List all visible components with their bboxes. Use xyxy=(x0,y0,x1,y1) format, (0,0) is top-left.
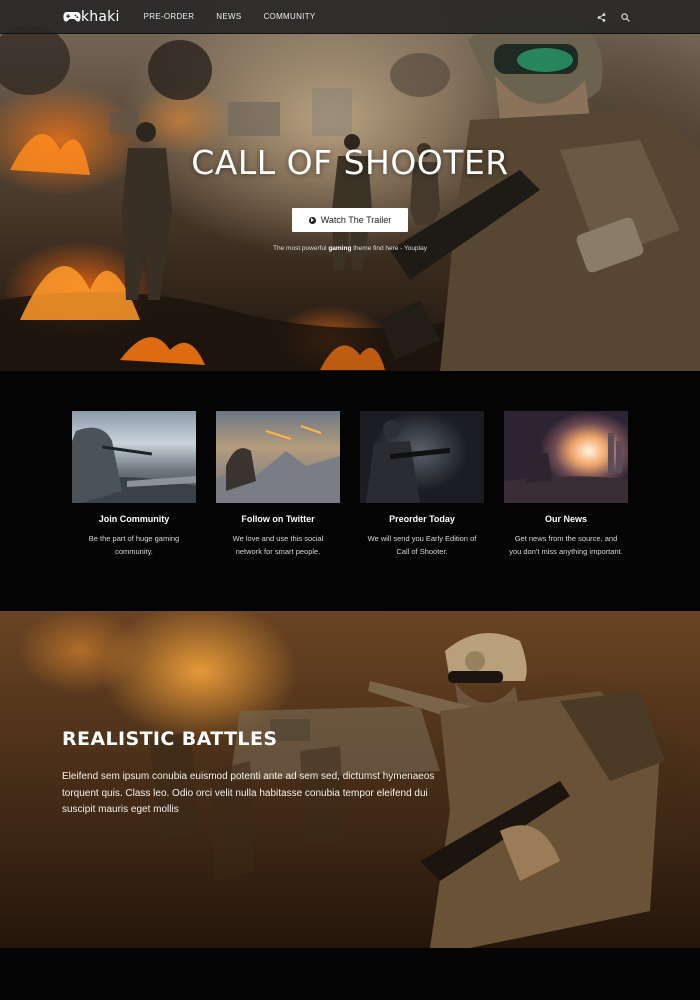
logo-text: khaki xyxy=(81,8,120,25)
feature-title: Follow on Twitter xyxy=(241,514,315,524)
hero-tagline: The most powerful gaming theme find here… xyxy=(0,245,700,252)
features-section: Join Community Be the part of huge gamin… xyxy=(0,371,700,611)
feature-title: Join Community xyxy=(98,514,170,524)
feature-card-community[interactable]: Join Community Be the part of huge gamin… xyxy=(72,411,196,558)
hero-background-art xyxy=(0,15,700,371)
search-icon[interactable] xyxy=(621,12,630,22)
feature-description: We will send you Early Edition of Call o… xyxy=(367,534,477,556)
tagline-text-bold: gaming xyxy=(328,245,352,252)
watch-trailer-button[interactable]: Watch The Trailer xyxy=(292,208,408,232)
nav-actions xyxy=(582,0,630,34)
battle-description: Eleifend sem ipsum conubia euismod poten… xyxy=(62,771,435,815)
hero-title: CALL OF SHOOTER xyxy=(191,143,509,182)
sunset-soldier-image xyxy=(504,433,628,503)
feature-card-twitter[interactable]: Follow on Twitter We love and use this s… xyxy=(216,411,340,558)
armored-soldier-image xyxy=(366,420,451,503)
feature-image-community xyxy=(72,411,196,503)
nav-item-community[interactable]: COMMUNITY xyxy=(263,12,315,21)
hero-banner: CALL OF SHOOTER Watch The Trailer The mo… xyxy=(0,0,700,371)
sniper-soldier-image xyxy=(72,427,196,503)
realistic-battles-section: REALISTIC BATTLES Eleifend sem ipsum con… xyxy=(0,611,700,948)
feature-description: Be the part of huge gaming community. xyxy=(88,534,180,556)
feature-description: We love and use this social network for … xyxy=(232,534,324,556)
gamepad-icon xyxy=(63,11,81,22)
brand-logo[interactable]: khaki xyxy=(63,0,120,34)
nav-item-pre-order[interactable]: PRE-ORDER xyxy=(144,12,195,21)
feature-image-twitter xyxy=(216,411,340,503)
play-icon xyxy=(308,216,316,224)
feature-image-preorder xyxy=(360,411,484,503)
top-navbar: khaki PRE-ORDER NEWS COMMUNITY xyxy=(0,0,700,34)
tagline-text-pre: The most powerful xyxy=(273,245,329,252)
feature-card-news[interactable]: Our News Get news from the source, and y… xyxy=(504,411,628,558)
battlefield-image xyxy=(216,425,340,503)
footer-strip xyxy=(0,948,700,1000)
feature-image-news xyxy=(504,411,628,503)
main-menu: PRE-ORDER NEWS COMMUNITY xyxy=(144,12,338,21)
battle-title: REALISTIC BATTLES xyxy=(62,728,278,750)
feature-title: Our News xyxy=(544,514,587,524)
nav-item-news[interactable]: NEWS xyxy=(216,12,241,21)
share-icon[interactable] xyxy=(597,12,606,22)
tagline-text-post: theme find here - Youplay xyxy=(351,245,427,252)
watch-trailer-label: Watch The Trailer xyxy=(320,215,392,225)
feature-description: Get news from the source, and you don't … xyxy=(509,534,623,556)
feature-card-preorder[interactable]: Preorder Today We will send you Early Ed… xyxy=(360,411,484,558)
feature-title: Preorder Today xyxy=(389,514,455,524)
